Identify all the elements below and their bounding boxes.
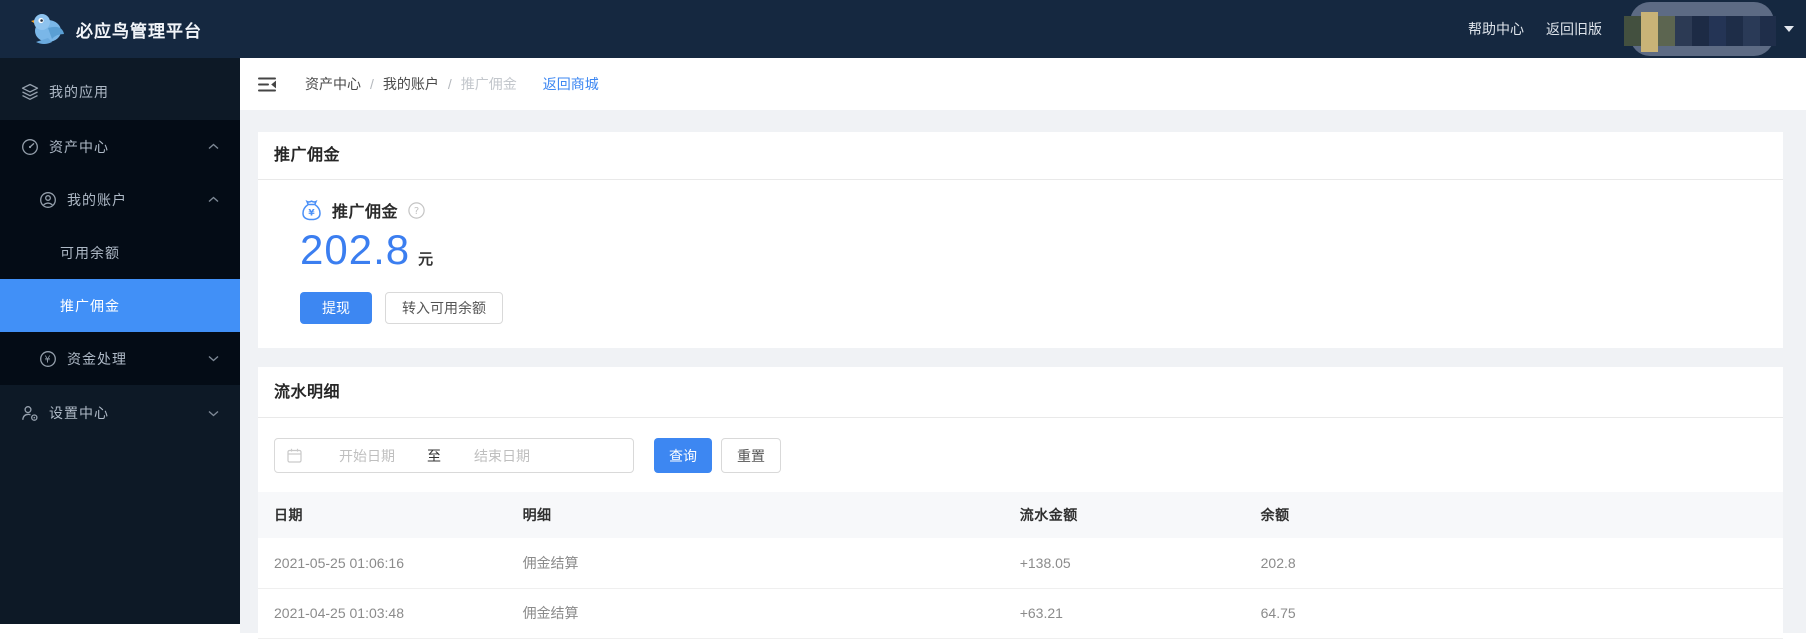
- column-header-date: 日期: [258, 492, 507, 538]
- sidebar-item-available-balance[interactable]: 可用余额: [0, 226, 240, 279]
- table-row: 2021-05-25 01:06:16 佣金结算 +138.05 202.8: [258, 538, 1783, 589]
- layers-icon: [21, 83, 39, 101]
- cell-date: 2021-04-25 01:03:48: [258, 588, 507, 639]
- flow-card-title: 流水明细: [258, 367, 1783, 418]
- sidebar-item-label: 资产中心: [49, 138, 109, 155]
- withdraw-button[interactable]: 提现: [300, 292, 372, 324]
- range-separator: 至: [427, 447, 441, 464]
- query-button[interactable]: 查询: [654, 438, 712, 473]
- amount-unit: 元: [418, 251, 434, 268]
- svg-text:?: ?: [414, 206, 419, 217]
- cell-flow-amount: +138.05: [1003, 538, 1245, 589]
- sidebar-nav: 我的应用 资产中心 我的账户 可用余额 推广佣金 ¥ 资金处理 设置中心: [0, 58, 240, 624]
- sidebar-item-label: 我的应用: [49, 84, 109, 100]
- flow-detail-card: 流水明细 至 查询 重置: [258, 367, 1783, 639]
- commission-card-title: 推广佣金: [258, 132, 1783, 180]
- app-title: 必应鸟管理平台: [76, 21, 202, 41]
- calendar-icon: [287, 448, 302, 463]
- reset-button[interactable]: 重置: [721, 438, 781, 473]
- start-date-input[interactable]: [302, 447, 427, 464]
- column-header-flow-amount: 流水金额: [1003, 492, 1245, 538]
- sidebar-item-settings-center[interactable]: 设置中心: [0, 385, 240, 441]
- top-bar: 必应鸟管理平台 帮助中心 返回旧版: [0, 0, 1806, 58]
- cell-balance: 202.8: [1244, 538, 1783, 589]
- breadcrumb-my-account[interactable]: 我的账户: [383, 74, 439, 94]
- chevron-up-icon: [208, 196, 219, 203]
- user-circle-icon: [39, 191, 57, 209]
- money-bag-icon: ¥: [300, 199, 323, 222]
- sidebar-item-fund-processing[interactable]: ¥ 资金处理: [0, 332, 240, 385]
- breadcrumb: 资产中心 / 我的账户 / 推广佣金: [305, 74, 517, 94]
- breadcrumb-current: 推广佣金: [460, 76, 517, 92]
- end-date-input[interactable]: [441, 447, 655, 464]
- sidebar-item-asset-center[interactable]: 资产中心: [0, 120, 240, 173]
- caret-down-icon: [1784, 26, 1794, 32]
- table-row: 2021-04-25 01:03:48 佣金结算 +63.21 64.75: [258, 588, 1783, 639]
- back-old-version-link[interactable]: 返回旧版: [1546, 19, 1602, 39]
- asset-center-submenu: 资产中心 我的账户 可用余额 推广佣金 ¥ 资金处理: [0, 120, 240, 385]
- chevron-up-icon: [208, 143, 219, 150]
- flow-table: 日期 明细 流水金额 余额 2021-05-25 01:06:16 佣金结算 +…: [258, 492, 1783, 639]
- cell-flow-amount: +63.21: [1003, 588, 1245, 639]
- menu-fold-icon[interactable]: [258, 77, 276, 92]
- sidebar-item-label: 我的账户: [67, 191, 127, 208]
- column-header-detail: 明细: [506, 492, 1004, 538]
- main-area: 资产中心 / 我的账户 / 推广佣金 返回商城 推广佣金 ¥ 推广佣金 ? 20…: [240, 58, 1806, 639]
- commission-card: 推广佣金 ¥ 推广佣金 ? 202.8 元 提现 转入可用余额: [258, 132, 1783, 348]
- cell-detail: 佣金结算: [506, 538, 1004, 589]
- brand: 必应鸟管理平台: [0, 12, 202, 46]
- sidebar-item-promotion-commission[interactable]: 推广佣金: [0, 279, 240, 332]
- user-account-menu[interactable]: [1624, 0, 1794, 58]
- cell-date: 2021-05-25 01:06:16: [258, 538, 507, 589]
- sidebar-item-label: 可用余额: [60, 244, 120, 261]
- date-range-picker[interactable]: 至: [274, 438, 655, 473]
- cell-detail: 佣金结算: [506, 588, 1004, 639]
- commission-label: 推广佣金: [332, 204, 399, 221]
- cell-balance: 64.75: [1244, 588, 1783, 639]
- dashboard-icon: [21, 138, 39, 156]
- chevron-down-icon: [208, 410, 219, 417]
- bird-logo-icon: [28, 12, 66, 46]
- help-question-icon[interactable]: ?: [408, 201, 425, 219]
- user-gear-icon: [21, 404, 39, 422]
- sidebar-item-my-apps[interactable]: 我的应用: [0, 64, 240, 120]
- yuan-circle-icon: ¥: [39, 350, 57, 368]
- table-header-row: 日期 明细 流水金额 余额: [258, 492, 1783, 538]
- sidebar-item-label: 推广佣金: [60, 297, 120, 314]
- svg-text:¥: ¥: [308, 208, 315, 218]
- breadcrumb-separator: /: [370, 76, 374, 92]
- sidebar-item-my-account[interactable]: 我的账户: [0, 173, 240, 226]
- flow-filter-row: 至 查询 重置: [274, 438, 1767, 473]
- back-to-mall-link[interactable]: 返回商城: [543, 74, 599, 94]
- svg-text:¥: ¥: [44, 354, 51, 365]
- commission-amount: 202.8: [300, 226, 411, 273]
- breadcrumb-asset-center[interactable]: 资产中心: [305, 74, 361, 94]
- chevron-down-icon: [208, 355, 219, 362]
- redacted-user-info: [1624, 0, 1776, 58]
- breadcrumb-bar: 资产中心 / 我的账户 / 推广佣金 返回商城: [240, 58, 1806, 110]
- sidebar-item-label: 资金处理: [67, 350, 127, 367]
- column-header-balance: 余额: [1244, 492, 1783, 538]
- breadcrumb-separator: /: [447, 76, 452, 92]
- sidebar-item-label: 设置中心: [49, 405, 109, 421]
- transfer-to-balance-button[interactable]: 转入可用余额: [385, 292, 503, 324]
- help-center-link[interactable]: 帮助中心: [1468, 19, 1524, 39]
